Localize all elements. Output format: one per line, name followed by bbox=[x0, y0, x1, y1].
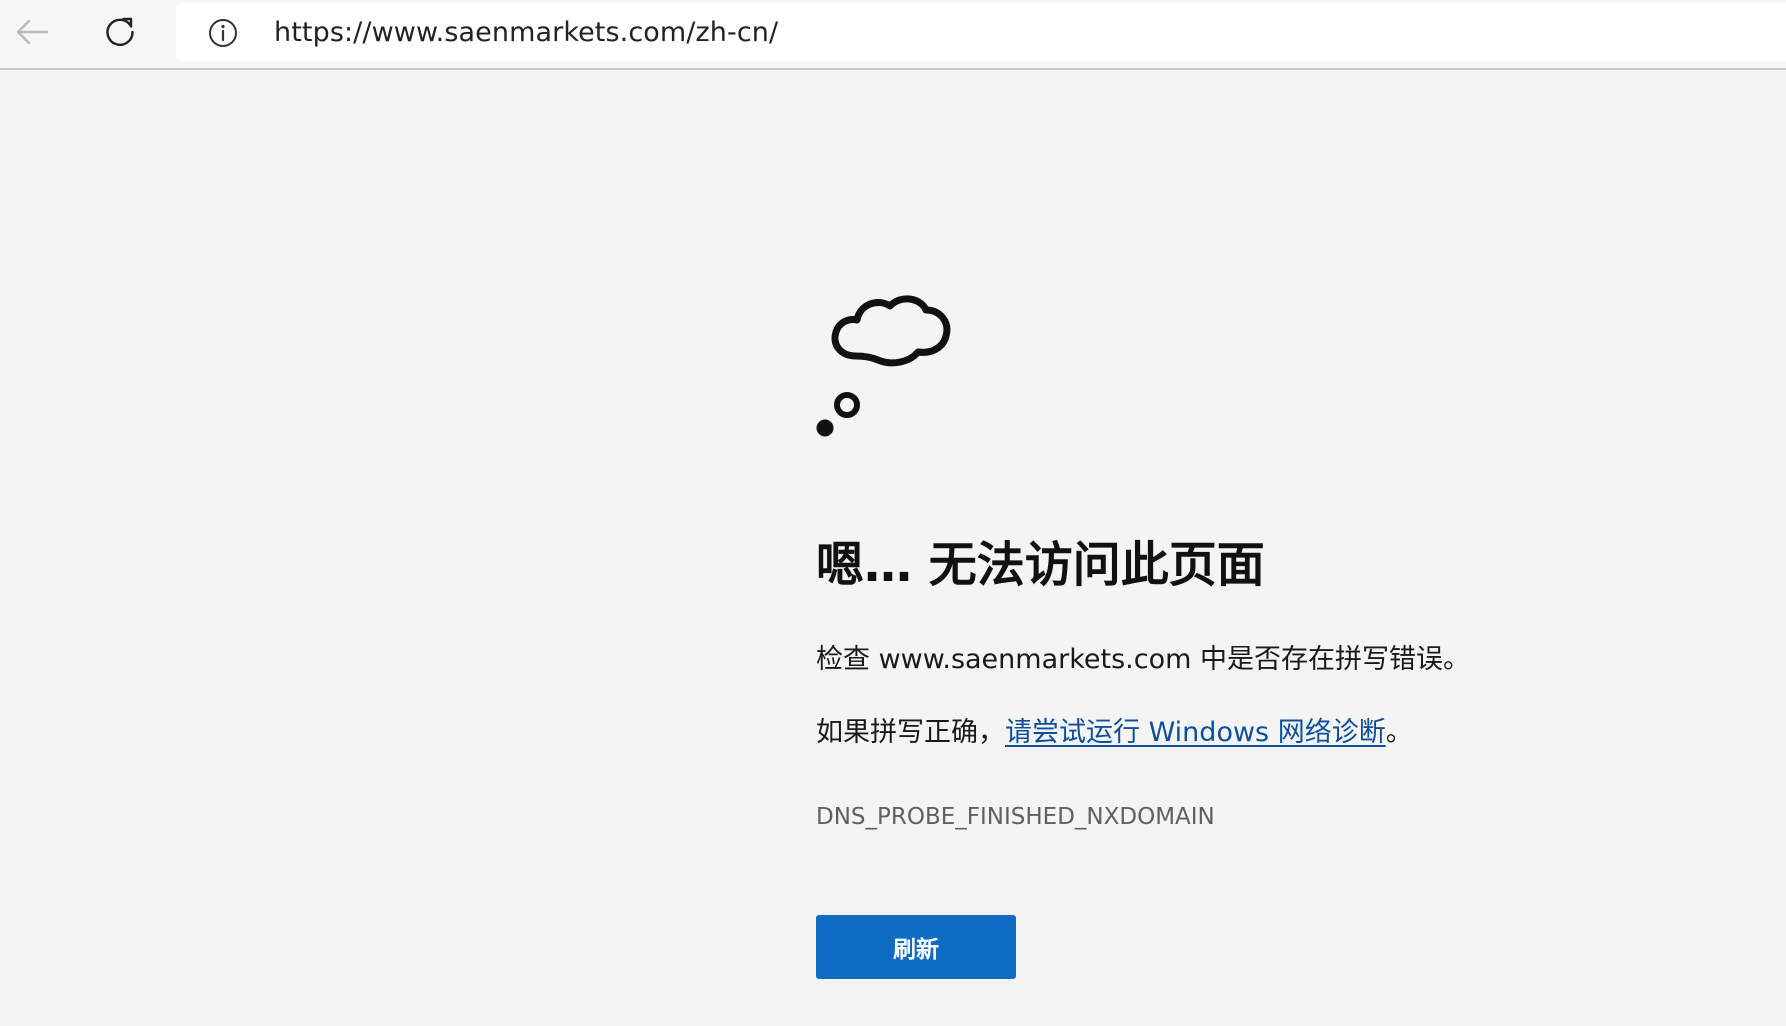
diagnostics-text: 如果拼写正确，请尝试运行 Windows 网络诊断。 bbox=[816, 715, 1413, 751]
spelling-check-text: 检查 www.saenmarkets.com 中是否存在拼写错误。 bbox=[816, 642, 1470, 678]
back-button[interactable] bbox=[8, 8, 56, 56]
info-icon[interactable] bbox=[208, 18, 238, 48]
spelling-prefix: 如果拼写正确， bbox=[816, 717, 1005, 748]
page-title: 嗯… 无法访问此页面 bbox=[816, 537, 1265, 593]
spelling-suffix: 。 bbox=[1385, 717, 1413, 748]
thought-cloud-icon bbox=[816, 295, 951, 437]
check-suffix: 中是否存在拼写错误。 bbox=[1191, 644, 1471, 675]
address-bar[interactable]: https://www.saenmarkets.com/zh-cn/ bbox=[176, 3, 1786, 61]
back-arrow-icon bbox=[16, 19, 49, 45]
network-diagnostics-link[interactable]: 请尝试运行 Windows 网络诊断 bbox=[1005, 717, 1386, 748]
refresh-button[interactable] bbox=[96, 8, 144, 56]
refresh-icon bbox=[106, 17, 134, 46]
domain-text: www.saenmarkets.com bbox=[878, 644, 1192, 675]
refresh-page-button[interactable]: 刷新 bbox=[816, 915, 1016, 979]
error-code: DNS_PROBE_FINISHED_NXDOMAIN bbox=[816, 804, 1215, 830]
check-prefix: 检查 bbox=[816, 644, 879, 675]
browser-toolbar: https://www.saenmarkets.com/zh-cn/ bbox=[0, 0, 1786, 70]
url-text[interactable]: https://www.saenmarkets.com/zh-cn/ bbox=[274, 17, 778, 49]
